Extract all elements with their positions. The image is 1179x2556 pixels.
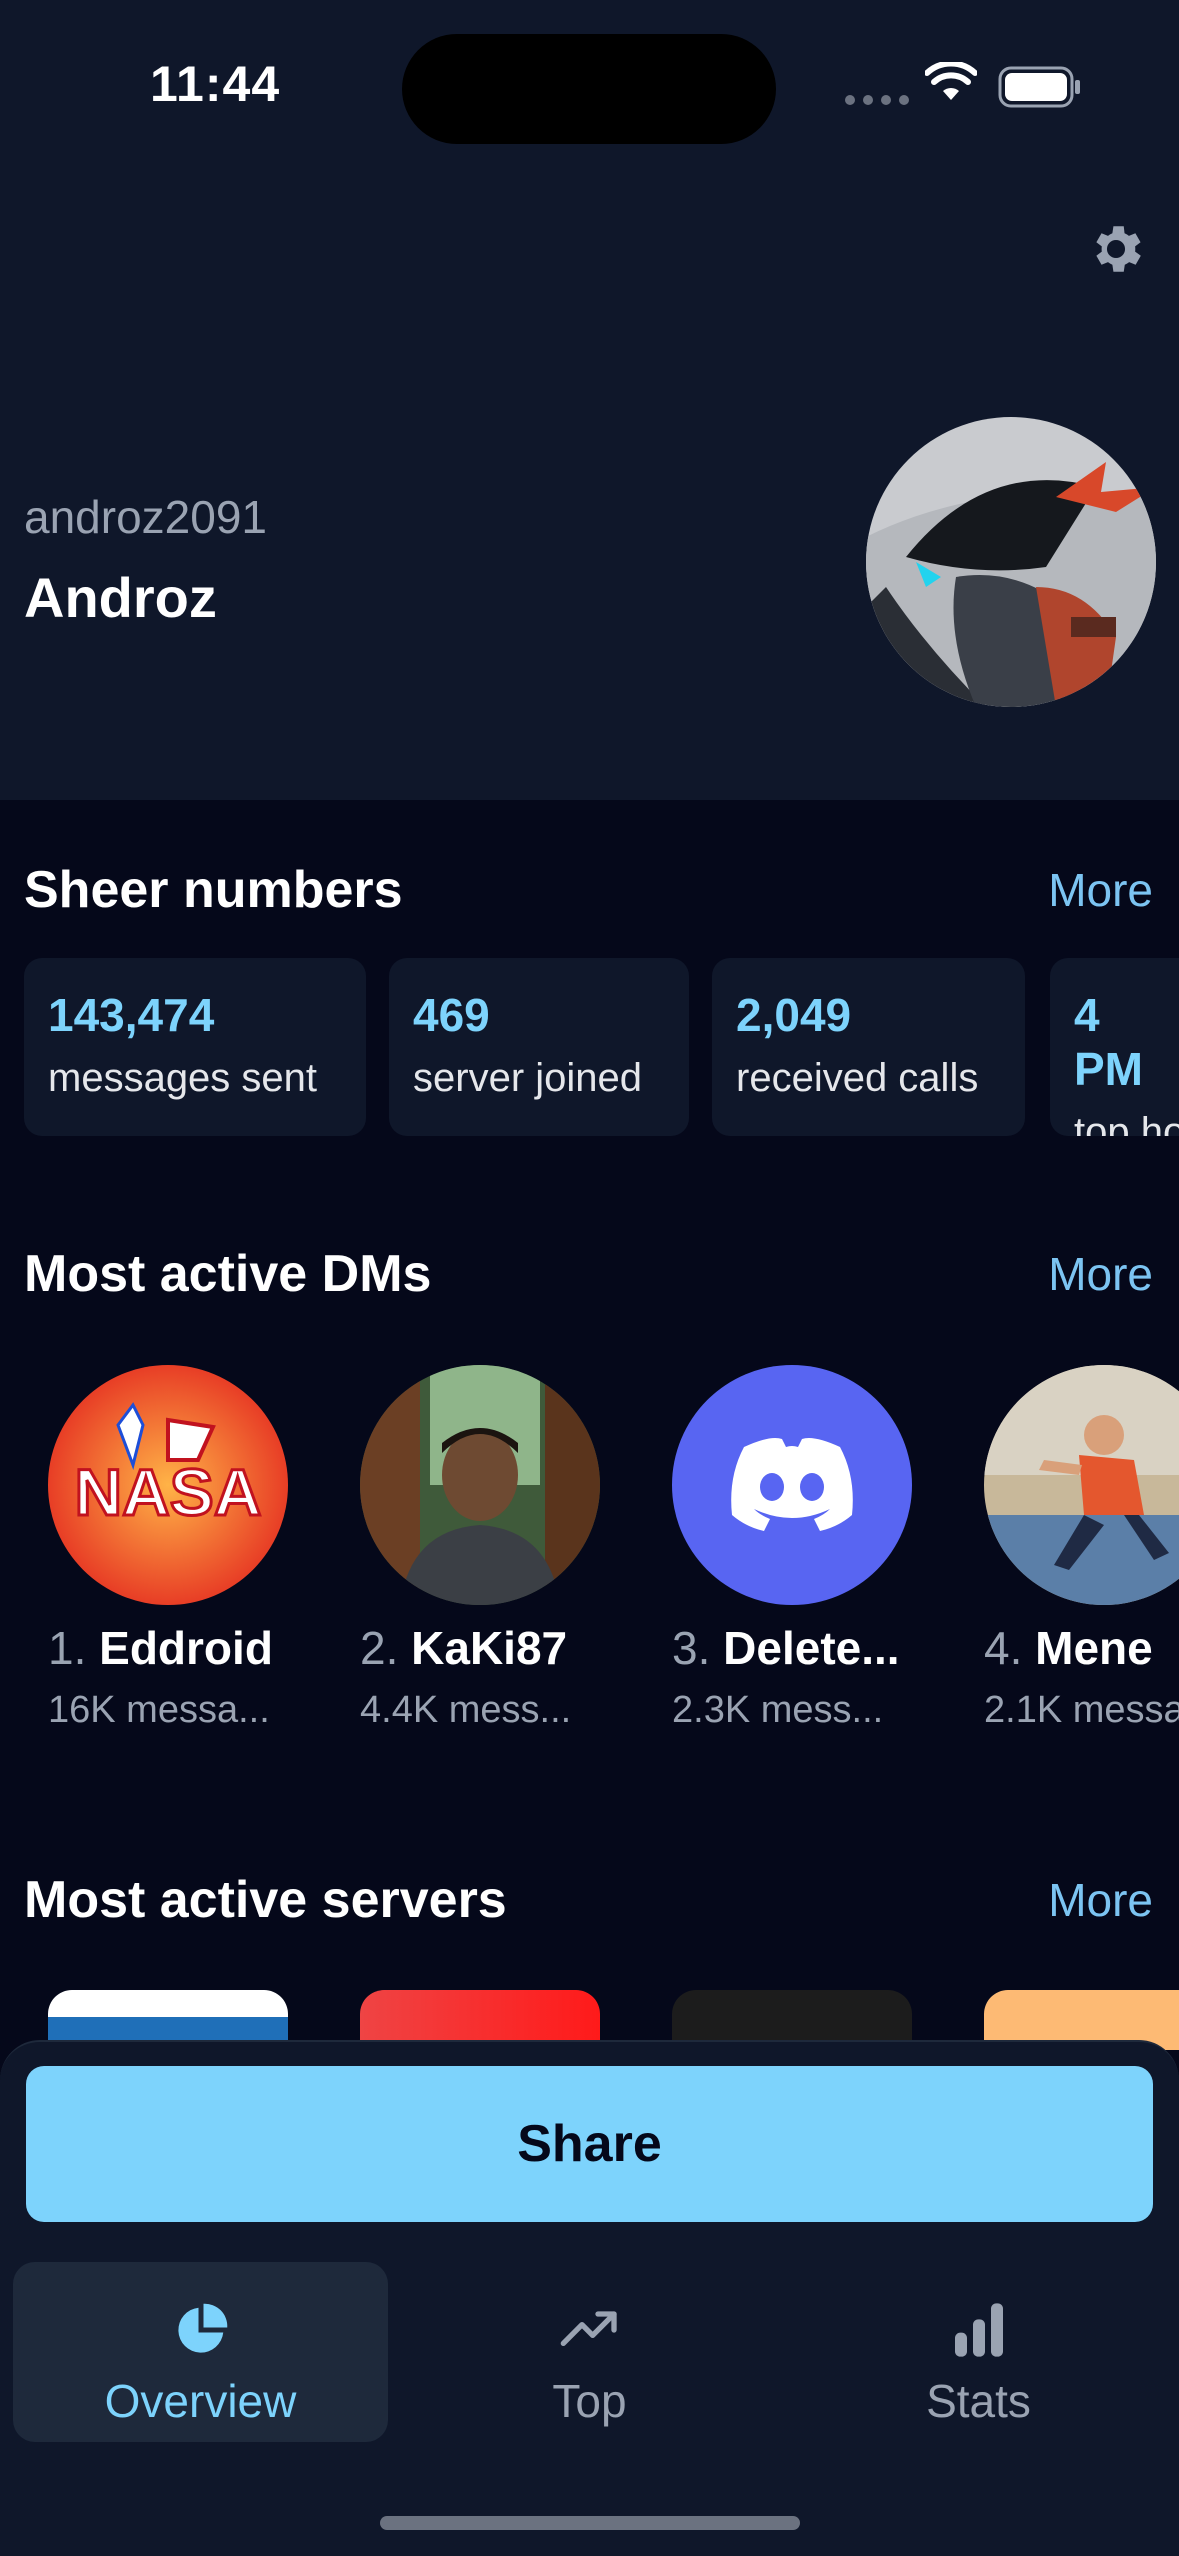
stat-label: top hour	[1074, 1110, 1179, 1136]
dm-name: Eddroid	[99, 1622, 273, 1674]
dms-more-link[interactable]: More	[1048, 1247, 1153, 1301]
dm-avatar	[672, 1365, 912, 1605]
dm-message-count: 16K messa...	[48, 1689, 270, 1731]
dm-message-count: 2.3K mess...	[672, 1689, 884, 1731]
wifi-icon	[925, 62, 977, 100]
stat-value: 143,474	[48, 989, 215, 1041]
dm-item[interactable]: 3. Delete... 2.3K mess...	[672, 1365, 932, 1732]
sheer-numbers-title: Sheer numbers	[24, 861, 403, 919]
dm-name: Delete...	[723, 1622, 900, 1674]
home-indicator	[380, 2516, 800, 2530]
dm-rank: 3.	[672, 1622, 711, 1674]
share-button[interactable]: Share	[26, 2066, 1153, 2222]
profile-avatar[interactable]	[866, 417, 1156, 707]
dm-avatar	[984, 1365, 1179, 1605]
dm-item[interactable]: 4. Mene 2.1K messa	[984, 1365, 1179, 1732]
dms-title: Most active DMs	[24, 1245, 432, 1303]
dm-rank: 1.	[48, 1622, 87, 1674]
cellular-signal-icon	[845, 95, 909, 105]
stat-value: 4 PM	[1074, 989, 1143, 1095]
svg-text:NASA: NASA	[74, 1455, 261, 1529]
stat-card[interactable]: 2,049 received calls	[712, 958, 1025, 1136]
trending-up-icon	[560, 2311, 617, 2346]
sheer-numbers-more-link[interactable]: More	[1048, 863, 1153, 917]
tab-top[interactable]: Top	[402, 2262, 777, 2442]
dm-message-count: 4.4K mess...	[360, 1689, 572, 1731]
stat-card[interactable]: 143,474 messages sent	[24, 958, 366, 1136]
stat-label: received calls	[736, 1056, 979, 1100]
dm-rank: 2.	[360, 1622, 399, 1674]
dynamic-island	[402, 34, 776, 144]
dm-message-count: 2.1K messa	[984, 1689, 1179, 1731]
battery-icon	[998, 66, 1080, 108]
dm-name: KaKi87	[411, 1622, 568, 1674]
profile-username: androz2091	[24, 491, 267, 543]
tab-stats[interactable]: Stats	[791, 2262, 1166, 2442]
discord-logo-icon	[731, 1438, 853, 1531]
stat-card[interactable]: 469 server joined	[389, 958, 689, 1136]
tab-label: Top	[552, 2375, 627, 2427]
dm-avatar	[360, 1365, 600, 1605]
tab-label: Overview	[104, 2375, 297, 2427]
dm-rank: 4.	[984, 1622, 1023, 1674]
tab-label: Stats	[926, 2375, 1031, 2427]
tab-bar: Overview Top Stats	[0, 2245, 1179, 2556]
servers-more-link[interactable]: More	[1048, 1873, 1153, 1927]
dm-name: Mene	[1035, 1622, 1153, 1674]
stat-value: 2,049	[736, 989, 852, 1041]
stat-label: messages sent	[48, 1056, 318, 1100]
profile-display-name: Androz	[24, 566, 217, 629]
pie-chart-icon	[177, 2303, 227, 2353]
bar-chart-icon	[954, 2303, 1003, 2357]
dm-item[interactable]: 2. KaKi87 4.4K mess...	[360, 1365, 620, 1732]
dm-item[interactable]: NASA 1. Eddroid 16K messa...	[48, 1365, 308, 1732]
status-time: 11:44	[150, 56, 281, 112]
tab-overview[interactable]: Overview	[13, 2262, 388, 2442]
dm-avatar: NASA	[48, 1365, 288, 1605]
servers-title: Most active servers	[24, 1871, 507, 1929]
stat-label: server joined	[413, 1056, 643, 1100]
settings-gear-icon[interactable]	[1085, 218, 1147, 280]
stat-value: 469	[413, 989, 490, 1041]
stat-card[interactable]: 4 PM top hour	[1050, 958, 1179, 1136]
